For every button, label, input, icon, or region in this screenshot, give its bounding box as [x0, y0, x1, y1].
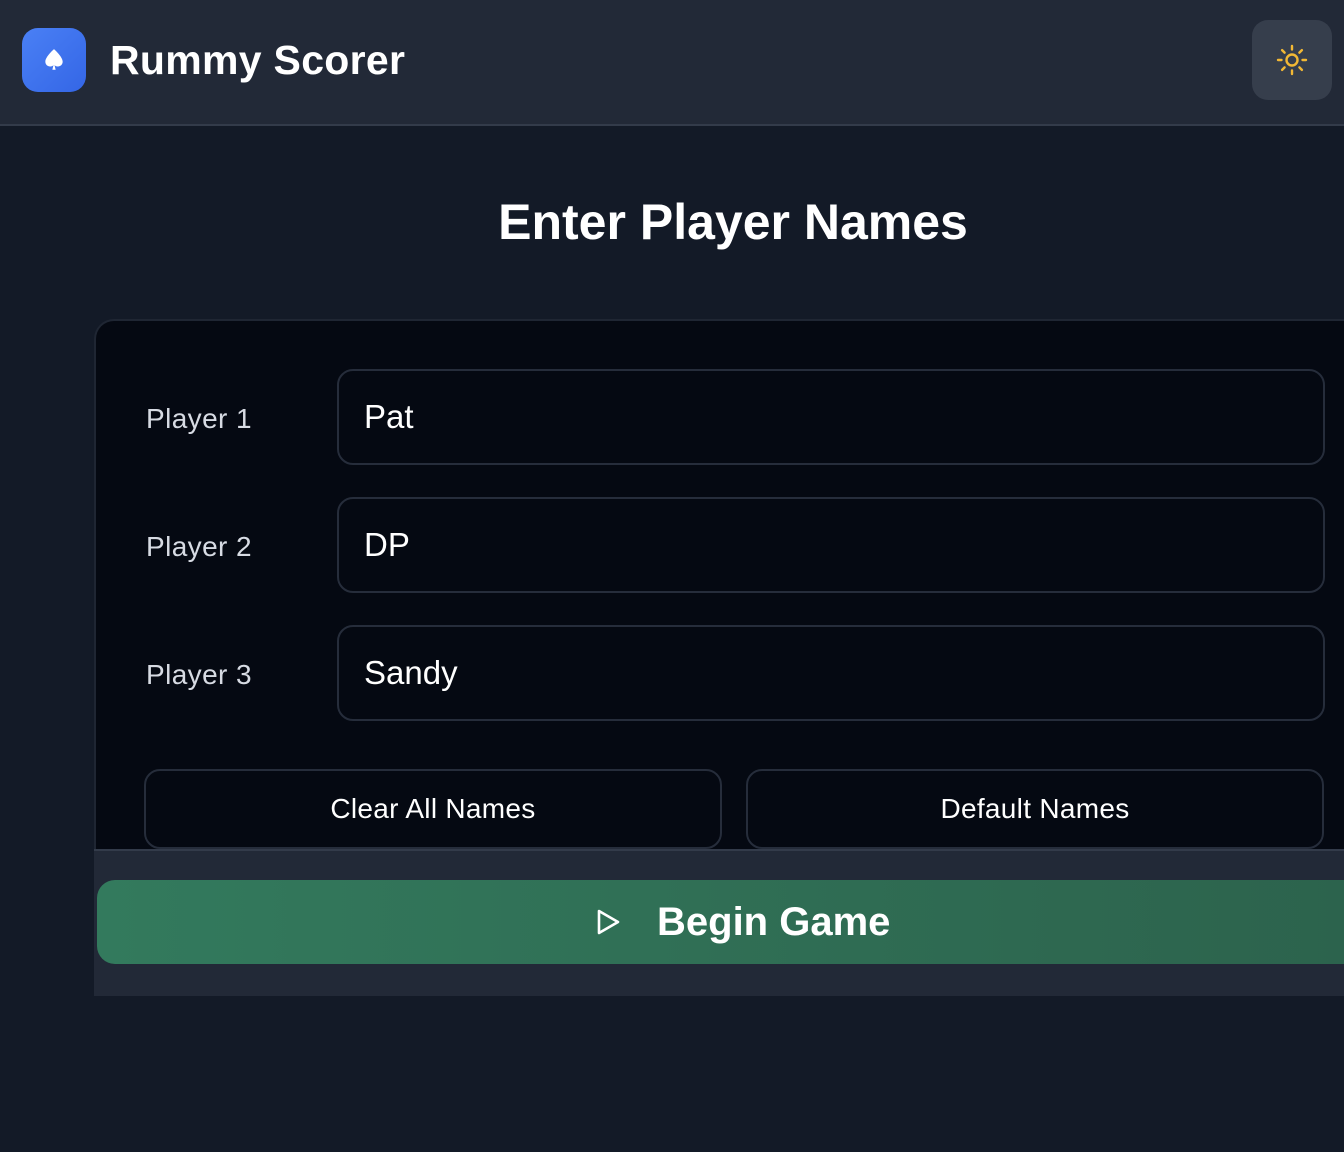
- play-icon: [597, 909, 620, 935]
- player-1-label: Player 1: [146, 403, 252, 434]
- page-title: Enter Player Names: [498, 194, 968, 250]
- theme-toggle-button[interactable]: [1252, 20, 1332, 100]
- player-names-card: Player 1 Player 2 Player 3 Clear All Nam…: [94, 319, 1344, 849]
- begin-game-label: Begin Game: [657, 900, 891, 944]
- player-3-name-input[interactable]: [337, 625, 1325, 721]
- sun-icon: [1276, 44, 1308, 76]
- app-logo: [22, 28, 86, 92]
- player-2-label: Player 2: [146, 531, 252, 562]
- app-title: Rummy Scorer: [110, 37, 406, 83]
- begin-game-button[interactable]: Begin Game: [97, 880, 1344, 964]
- player-3-label: Player 3: [146, 659, 252, 690]
- player-2-name-input[interactable]: [337, 497, 1325, 593]
- clear-all-names-button[interactable]: Clear All Names: [144, 769, 722, 849]
- app-header: Rummy Scorer: [0, 0, 1344, 126]
- spade-icon: [45, 49, 63, 70]
- player-1-name-input[interactable]: [337, 369, 1325, 465]
- default-names-button[interactable]: Default Names: [746, 769, 1324, 849]
